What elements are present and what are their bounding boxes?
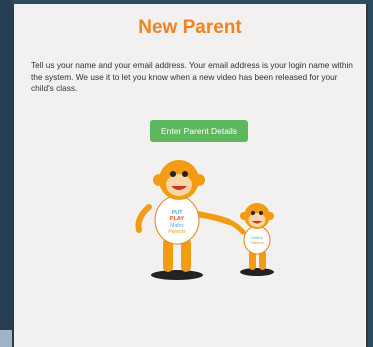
new-parent-panel: New Parent Tell us your name and your em… bbox=[12, 4, 368, 347]
left-edge-highlight bbox=[0, 330, 12, 347]
small-monkey: Maths Parents bbox=[226, 203, 274, 270]
page-title: New Parent bbox=[138, 17, 242, 38]
svg-text:Parents: Parents bbox=[250, 240, 264, 245]
left-edge-strip bbox=[0, 0, 12, 347]
svg-text:PLAY: PLAY bbox=[170, 216, 184, 222]
big-monkey: PUT PLAY Maths Parents bbox=[135, 160, 232, 272]
svg-text:Parents: Parents bbox=[168, 229, 186, 235]
monkey-mascots-illustration: PUT PLAY Maths Parents Maths Parents bbox=[135, 160, 274, 280]
enter-parent-details-button[interactable]: Enter Parent Details bbox=[150, 120, 248, 142]
big-monkey-shadow bbox=[151, 270, 203, 280]
description-text: Tell us your name and your email address… bbox=[31, 60, 353, 93]
small-monkey-shadow bbox=[240, 268, 274, 276]
